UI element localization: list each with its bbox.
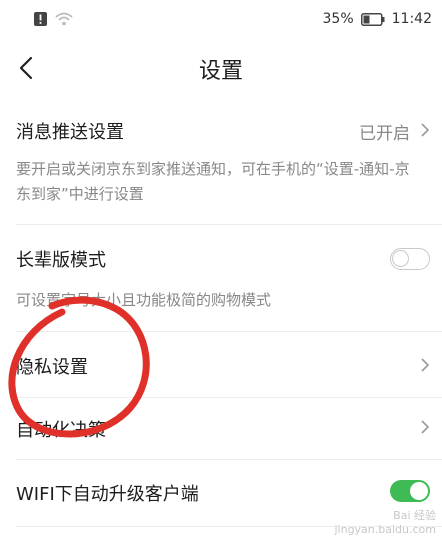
auto-decision-label: 自动化决策 <box>16 420 106 441</box>
battery-icon <box>360 12 385 26</box>
divider <box>16 331 442 332</box>
privacy-settings-row[interactable]: 隐私设置 <box>0 340 442 390</box>
baidu-watermark: Bai 经验 jingyan.baidu.com <box>334 507 436 536</box>
clock-time: 11:42 <box>391 11 432 27</box>
status-icons-left <box>34 12 73 26</box>
divider <box>16 397 442 398</box>
watermark-url: jingyan.baidu.com <box>334 523 436 536</box>
battery-percent: 35% <box>322 11 354 27</box>
toggle-knob <box>410 482 428 500</box>
page-title: 设置 <box>198 59 243 84</box>
chevron-right-icon <box>421 420 430 434</box>
push-settings-status: 已开启 <box>359 124 410 144</box>
notification-alert-icon <box>34 12 47 26</box>
elder-mode-label: 长辈版模式 <box>16 250 106 271</box>
push-settings-description: 要开启或关闭京东到家推送通知，可在手机的“设置-通知-京东到家”中进行设置 <box>16 160 410 203</box>
header-bar: 设置 <box>0 40 442 96</box>
elder-mode-description: 可设置字号大小且功能极简的购物模式 <box>16 291 272 309</box>
wifi-update-label: WIFI下自动升级客户端 <box>16 484 199 505</box>
push-settings-row[interactable]: 消息推送设置 已开启 <box>0 108 442 152</box>
privacy-settings-label: 隐私设置 <box>16 357 88 378</box>
watermark-logo-text: Bai 经验 <box>393 509 436 522</box>
elder-mode-row: 长辈版模式 <box>0 236 442 280</box>
push-settings-label: 消息推送设置 <box>16 122 124 143</box>
auto-decision-row[interactable]: 自动化决策 <box>0 404 442 450</box>
divider <box>16 459 442 460</box>
chevron-right-icon <box>421 358 430 372</box>
divider <box>16 224 442 225</box>
wifi-icon <box>55 12 73 26</box>
toggle-knob <box>392 250 409 267</box>
chevron-right-icon <box>421 123 430 137</box>
status-bar: 35% 11:42 <box>0 0 442 38</box>
elder-mode-toggle[interactable] <box>390 248 430 270</box>
wifi-update-toggle[interactable] <box>390 480 430 502</box>
status-icons-right: 35% 11:42 <box>323 11 432 27</box>
